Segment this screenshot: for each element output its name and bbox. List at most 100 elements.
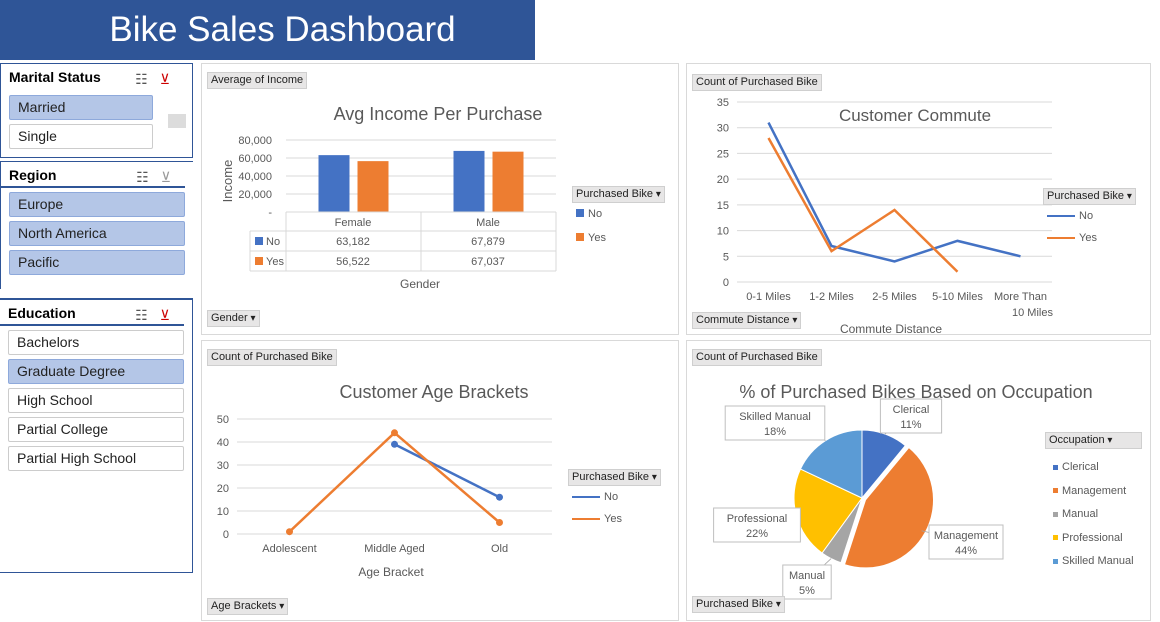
legend-item-professional: Professional — [1053, 527, 1134, 551]
y-tick-label: 40,000 — [238, 171, 272, 183]
slicer-item-pacific[interactable]: Pacific — [9, 250, 185, 275]
legend-key — [1047, 237, 1075, 240]
data-point-yes — [286, 528, 293, 536]
y-tick-label: 50 — [217, 414, 229, 426]
x-axis-label: Commute Distance — [840, 322, 942, 336]
x-tick-label: 0-1 Miles — [746, 291, 791, 303]
axis-field-button[interactable]: Commute Distance — [692, 312, 802, 329]
y-tick-label: 10 — [217, 506, 229, 518]
series-line-no — [393, 443, 501, 499]
data-point-no — [391, 440, 398, 448]
data-label-value: 44% — [955, 545, 977, 557]
legend-label: Professional — [1062, 531, 1123, 544]
slicer-item-high-school[interactable]: High School — [8, 388, 184, 413]
bar-no-female — [318, 155, 350, 212]
slicer-education: Education ☷⊻ Bachelors Graduate Degree H… — [0, 298, 193, 573]
slicer-item-married[interactable]: Married — [9, 95, 153, 120]
slicer-title: Marital Status — [9, 69, 101, 85]
slicer-icons: ☷⊻ — [135, 302, 182, 328]
legend-item-yes: Yes — [576, 232, 606, 244]
series-line-no — [767, 122, 1021, 263]
legend-item-clerical: Clerical — [1053, 456, 1134, 480]
y-tick-label: 0 — [223, 529, 229, 541]
data-point-no — [496, 493, 503, 501]
chart-title: Customer Age Brackets — [339, 382, 528, 402]
slicer-icons: ☷⊻ — [135, 66, 182, 92]
legend-field-button[interactable]: Purchased Bike — [572, 186, 665, 203]
legend-label: No — [1079, 210, 1094, 222]
legend-item-manual: Manual — [1053, 503, 1134, 527]
x-axis-label: Gender — [400, 277, 440, 291]
legend-label: Clerical — [1062, 461, 1099, 473]
clear-filter-icon[interactable]: ⊻ — [160, 307, 182, 323]
legend-field-button[interactable]: Purchased Bike — [1043, 188, 1136, 205]
y-tick-label: 20 — [217, 483, 229, 495]
y-tick-label: 0 — [723, 277, 729, 289]
occupation-chart-panel: Count of Purchased Bike % of Purchased B… — [686, 340, 1151, 621]
slicer-item-europe[interactable]: Europe — [9, 192, 185, 217]
slicer-scrollbar[interactable] — [168, 114, 186, 128]
multi-select-icon[interactable]: ☷ — [135, 307, 160, 323]
table-cell: 67,037 — [471, 256, 505, 268]
bar-no-male — [453, 150, 485, 212]
y-tick-label: 20 — [717, 174, 729, 186]
slicer-item-single[interactable]: Single — [9, 124, 153, 149]
legend: No Yes — [572, 491, 622, 525]
slicer-header: Marital Status ☷⊻ — [1, 64, 184, 90]
legend-key — [1053, 535, 1058, 541]
clear-filter-icon[interactable]: ⊻ — [160, 71, 182, 87]
chart-title: Customer Commute — [839, 106, 991, 125]
slicer-item-north-america[interactable]: North America — [9, 221, 185, 246]
multi-select-icon[interactable]: ☷ — [136, 169, 161, 185]
commute-chart-panel: Count of Purchased Bike Customer Commute… — [686, 63, 1151, 336]
legend-key — [1053, 488, 1058, 494]
slicer-items: Married Single — [1, 95, 161, 149]
legend-key — [1053, 558, 1058, 564]
y-tick-label: 35 — [717, 97, 729, 109]
slicer-item-partial-high-school[interactable]: Partial High School — [8, 446, 184, 471]
table-legend-key-no — [255, 237, 263, 245]
data-label-category: Clerical — [893, 404, 930, 416]
data-label-value: 22% — [746, 528, 768, 540]
data-label-category: Skilled Manual — [739, 411, 811, 423]
legend-label: No — [604, 491, 619, 503]
slicer-header: Region ☷⊻ — [1, 162, 185, 188]
multi-select-icon[interactable]: ☷ — [135, 71, 160, 87]
legend-key — [576, 233, 584, 241]
slicer-region: Region ☷⊻ Europe North America Pacific — [0, 161, 193, 289]
legend-label: No — [588, 208, 603, 220]
table-row-label: Yes — [266, 256, 284, 268]
data-label-value: 11% — [900, 419, 921, 431]
legend-item-skilled-manual: Skilled Manual — [1053, 550, 1134, 574]
legend: Clerical Management Manual Professional … — [1053, 456, 1134, 574]
slicer-item-bachelors[interactable]: Bachelors — [8, 330, 184, 355]
chart-title: Avg Income Per Purchase — [334, 104, 543, 124]
slicer-icons: ☷⊻ — [136, 164, 183, 190]
legend-key — [1047, 215, 1075, 218]
slicer-title: Education — [8, 305, 76, 321]
table-row-label: No — [266, 236, 280, 248]
legend-field-button[interactable]: Occupation — [1045, 432, 1142, 449]
y-tick-label: 5 — [723, 251, 729, 263]
slicer-item-partial-college[interactable]: Partial College — [8, 417, 184, 442]
legend-item-management: Management — [1053, 480, 1134, 504]
axis-field-button[interactable]: Age Brackets — [207, 598, 289, 615]
y-tick-label: 15 — [717, 200, 729, 212]
legend-label: Yes — [1079, 232, 1097, 244]
legend: No Yes — [576, 208, 606, 244]
axis-field-button[interactable]: Purchased Bike — [692, 596, 785, 613]
x-tick-label: 1-2 Miles — [809, 291, 854, 303]
clear-filter-icon[interactable]: ⊻ — [161, 169, 183, 185]
legend-label: Skilled Manual — [1062, 555, 1134, 567]
table-cell: 56,522 — [336, 256, 370, 268]
legend-field-button[interactable]: Purchased Bike — [568, 469, 661, 486]
y-tick-label: 25 — [717, 148, 729, 160]
y-tick-label: 60,000 — [238, 153, 272, 165]
table-cell: 67,879 — [471, 236, 505, 248]
slicer-item-graduate-degree[interactable]: Graduate Degree — [8, 359, 184, 384]
axis-field-button[interactable]: Gender — [207, 310, 260, 327]
x-tick-label: 5-10 Miles — [932, 291, 983, 303]
y-tick-label: 40 — [217, 437, 229, 449]
legend-item-yes: Yes — [572, 513, 622, 525]
slicer-header: Education ☷⊻ — [0, 300, 184, 326]
